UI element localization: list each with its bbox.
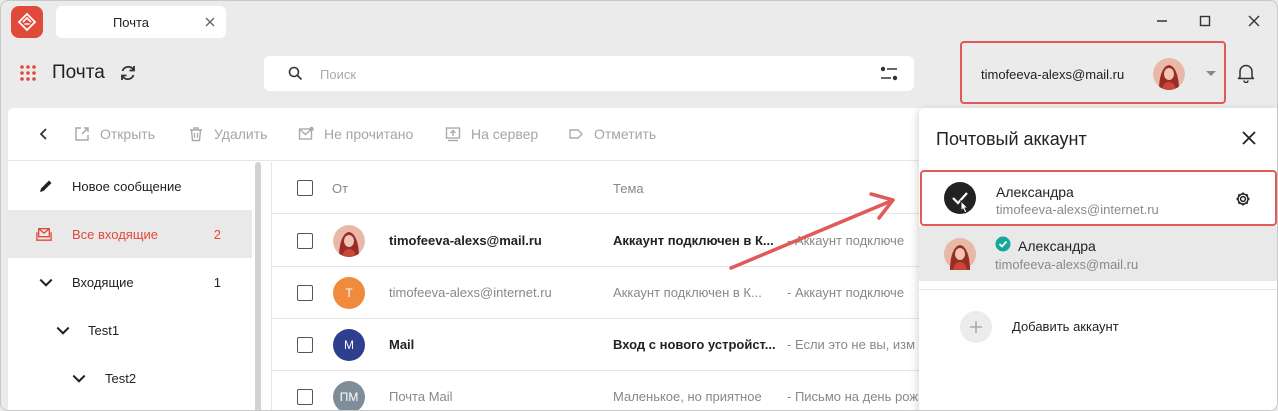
account-name: Александра bbox=[996, 184, 1074, 200]
row-subject: Вход с нового устройст... bbox=[613, 337, 776, 352]
sidebar-item-all-inbox[interactable]: Все входящие 2 bbox=[8, 210, 252, 258]
sidebar-item-test2[interactable]: Test2 bbox=[8, 354, 252, 402]
account-email: timofeeva-alexs@mail.ru bbox=[995, 257, 1139, 272]
refresh-icon[interactable] bbox=[118, 63, 138, 83]
pencil-icon bbox=[40, 180, 52, 192]
upload-icon bbox=[445, 127, 461, 142]
delete-label: Удалить bbox=[214, 126, 268, 142]
account-popup: Почтовый аккаунт Александра timofeeva-al… bbox=[919, 108, 1277, 410]
all-inbox-label: Все входящие bbox=[72, 226, 159, 242]
to-server-button[interactable]: На сервер bbox=[445, 125, 538, 143]
gear-icon[interactable] bbox=[1235, 191, 1251, 207]
add-account-label[interactable]: Добавить аккаунт bbox=[1012, 319, 1119, 334]
open-icon bbox=[75, 127, 89, 141]
avatar: Т bbox=[333, 277, 365, 309]
minimize-icon[interactable] bbox=[1153, 12, 1171, 30]
mark-button[interactable]: Отметить bbox=[568, 125, 656, 143]
inbox-icon bbox=[36, 228, 52, 241]
window-close-icon[interactable] bbox=[1245, 12, 1263, 30]
test2-label: Test2 bbox=[105, 370, 137, 386]
account-switcher[interactable]: timofeeva-alexs@mail.ru bbox=[960, 41, 1226, 104]
row-from: Почта Mail bbox=[389, 389, 453, 404]
avatar bbox=[333, 225, 365, 257]
envelope-icon bbox=[298, 126, 314, 140]
column-from[interactable]: От bbox=[332, 181, 348, 196]
tag-icon bbox=[569, 129, 583, 139]
app-title: Почта bbox=[52, 62, 105, 83]
row-preview: - Если это не вы, изм bbox=[787, 337, 916, 352]
row-checkbox[interactable] bbox=[297, 285, 313, 301]
apps-grid-icon[interactable] bbox=[19, 64, 37, 82]
row-checkbox[interactable] bbox=[297, 233, 313, 249]
row-preview: - Аккаунт подключе bbox=[787, 285, 905, 300]
new-message-button[interactable]: Новое сообщение bbox=[8, 162, 252, 210]
avatar: M bbox=[333, 329, 365, 361]
sidebar-item-inbox[interactable]: Входящие 1 bbox=[8, 258, 252, 306]
row-from: Mail bbox=[389, 337, 415, 352]
inbox-label: Входящие bbox=[72, 274, 134, 290]
folder-sidebar: Новое сообщение Все входящие 2 Входящие … bbox=[8, 162, 260, 410]
search-input[interactable] bbox=[320, 64, 840, 84]
unread-label: Не прочитано bbox=[324, 126, 414, 142]
chevron-down-icon[interactable] bbox=[38, 275, 54, 291]
search-icon bbox=[288, 66, 303, 81]
new-message-label: Новое сообщение bbox=[72, 178, 182, 194]
account-item-internet[interactable]: Александра timofeeva-alexs@internet.ru bbox=[920, 170, 1277, 226]
chevron-down-icon bbox=[1206, 71, 1216, 76]
account-item-mail[interactable]: Александра timofeeva-alexs@mail.ru bbox=[919, 226, 1277, 281]
row-checkbox[interactable] bbox=[297, 337, 313, 353]
avatar: ПМ bbox=[333, 381, 365, 410]
open-button[interactable]: Открыть bbox=[74, 125, 155, 143]
avatar bbox=[1153, 58, 1185, 90]
close-icon[interactable] bbox=[1242, 131, 1256, 145]
trash-icon bbox=[190, 127, 202, 142]
plus-icon bbox=[970, 321, 982, 333]
column-subject[interactable]: Тема bbox=[613, 181, 644, 196]
search-bar[interactable] bbox=[264, 56, 914, 91]
delete-button[interactable]: Удалить bbox=[188, 125, 267, 143]
mark-unread-button[interactable]: Не прочитано bbox=[298, 125, 413, 143]
app-logo bbox=[11, 6, 43, 38]
tab-mail[interactable]: Почта bbox=[56, 6, 226, 38]
all-inbox-count: 2 bbox=[213, 226, 221, 242]
selected-check-icon bbox=[944, 182, 976, 214]
open-label: Открыть bbox=[100, 126, 155, 142]
to-server-label: На сервер bbox=[471, 126, 539, 142]
account-email: timofeeva-alexs@mail.ru bbox=[981, 67, 1125, 82]
row-subject: Аккаунт подключен в К... bbox=[613, 285, 762, 300]
bell-icon[interactable] bbox=[1237, 63, 1255, 83]
inbox-count: 1 bbox=[213, 274, 221, 290]
sidebar-item-test1[interactable]: Test1 bbox=[8, 306, 252, 354]
row-subject: Маленькое, но приятное bbox=[613, 389, 762, 404]
divider bbox=[919, 289, 1277, 290]
row-checkbox[interactable] bbox=[297, 389, 313, 405]
sidebar-scrollbar[interactable] bbox=[255, 162, 261, 410]
tab-close-icon[interactable] bbox=[202, 14, 218, 30]
mark-label: Отметить bbox=[594, 126, 657, 142]
account-email: timofeeva-alexs@internet.ru bbox=[996, 202, 1159, 217]
verified-icon bbox=[995, 236, 1011, 252]
account-name: Александра bbox=[1018, 238, 1096, 254]
mail-logo-icon bbox=[17, 12, 37, 32]
app-window: Почта Почта Поиск timofeeva-alexs@mail.r… bbox=[0, 0, 1278, 411]
row-from: timofeeva-alexs@internet.ru bbox=[389, 285, 552, 300]
test1-label: Test1 bbox=[88, 322, 120, 338]
maximize-icon[interactable] bbox=[1196, 12, 1214, 30]
row-from: timofeeva-alexs@mail.ru bbox=[389, 233, 542, 248]
row-preview: - Письмо на день рож bbox=[787, 389, 919, 404]
back-icon[interactable] bbox=[37, 127, 51, 141]
chevron-down-icon[interactable] bbox=[55, 323, 71, 339]
popup-title: Почтовый аккаунт bbox=[936, 129, 1087, 149]
avatar bbox=[944, 238, 976, 270]
tab-title: Почта bbox=[112, 15, 150, 30]
filter-icon[interactable] bbox=[880, 66, 898, 81]
select-all-checkbox[interactable] bbox=[297, 180, 313, 196]
chevron-down-icon[interactable] bbox=[71, 371, 87, 387]
annotation-arrow bbox=[729, 192, 895, 270]
add-account-button[interactable] bbox=[960, 311, 992, 343]
